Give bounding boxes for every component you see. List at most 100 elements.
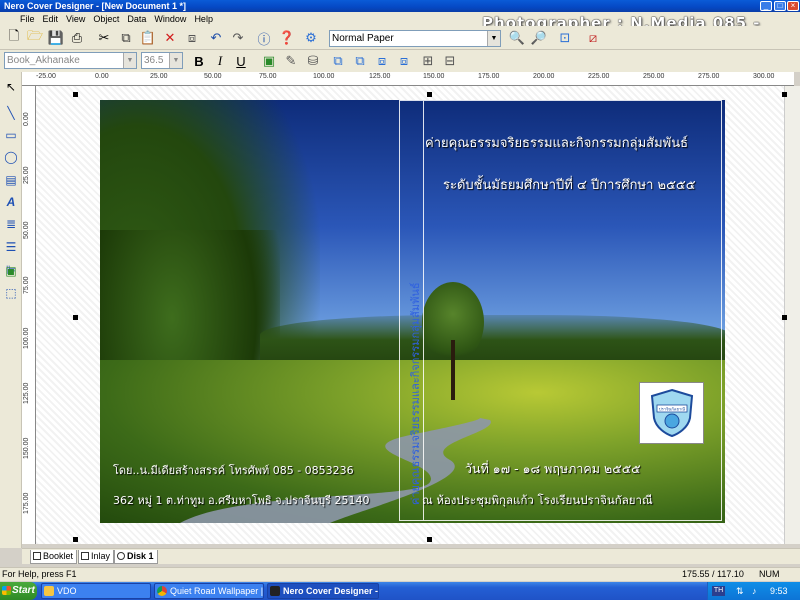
format-toolbar: Book_Akhanake ▼ 36.5 ▼ B I U ▣ ✎ ⛁ ⧉ ⧉ ⧈… <box>0 50 800 72</box>
copy-icon[interactable]: ⧉ <box>116 28 136 48</box>
main-toolbar: 🗋 🗁 💾 ⎙ ✂ ⧉ 📋 ✕ ⧈ ↶ ↷ ⓘ ❓ ⚙ Normal Paper… <box>0 26 800 50</box>
chevron-down-icon[interactable]: ▼ <box>487 31 500 46</box>
ruler-label: 175.00 <box>23 492 30 514</box>
menu-view[interactable]: View <box>62 12 89 26</box>
print-icon[interactable]: ⎙ <box>67 28 87 48</box>
minimize-button[interactable]: _ <box>760 1 772 11</box>
select-arrow-icon[interactable]: ↖ <box>2 78 20 96</box>
tab-label: Disk 1 <box>127 551 154 561</box>
selection-handle[interactable] <box>73 537 78 542</box>
volume-icon[interactable]: ♪ <box>752 582 757 600</box>
pen-icon[interactable]: ✎ <box>281 51 301 71</box>
ruler-label: 125.00 <box>369 73 391 80</box>
horizontal-ruler: -25.00 0.00 25.00 50.00 75.00 100.00 125… <box>22 72 794 86</box>
paste-icon[interactable]: 📋 <box>138 28 158 48</box>
image-tool-icon[interactable]: ▣ <box>259 51 279 71</box>
logo-text: ปราจินกัลยาณี <box>658 407 684 412</box>
selection-handle[interactable] <box>73 315 78 320</box>
font-size-select[interactable]: 36.5 ▼ <box>141 52 183 69</box>
send-back-icon[interactable]: ⧉ <box>350 51 370 71</box>
selection-handle[interactable] <box>782 315 787 320</box>
ruler-label: 225.00 <box>588 73 610 80</box>
bold-button[interactable]: B <box>189 51 209 71</box>
font-select[interactable]: Book_Akhanake ▼ <box>4 52 137 69</box>
line-tool-icon[interactable]: ╲ <box>2 104 20 122</box>
taskbar-item-vdo[interactable]: VDO <box>41 583 151 599</box>
bring-forward-icon[interactable]: ⧈ <box>372 51 392 71</box>
rectangle-tool-icon[interactable]: ▭ <box>2 126 20 144</box>
duplicate-icon[interactable]: ⧈ <box>182 28 202 48</box>
paragraph-tool-icon[interactable]: ≣ <box>2 215 20 233</box>
bring-front-icon[interactable]: ⧉ <box>328 51 348 71</box>
open-folder-icon[interactable]: 🗁 <box>25 28 45 48</box>
menu-object[interactable]: Object <box>89 12 123 26</box>
send-backward-icon[interactable]: ⧈ <box>394 51 414 71</box>
new-document-icon[interactable]: 🗋 <box>4 28 24 48</box>
tab-label: Inlay <box>91 551 111 561</box>
author-address[interactable]: 362 หมู่ 1 ต.ท่าทูม อ.ศรีมหาโพธิ จ.ปราจี… <box>113 491 369 509</box>
taskbar-item-nero[interactable]: Nero Cover Designer -... <box>267 583 379 599</box>
vertical-ruler: 0.00 25.00 50.00 75.00 100.00 125.00 150… <box>22 86 36 544</box>
cursor-coordinates: 175.55 / 117.10 <box>682 569 744 579</box>
zoom-fit-icon[interactable]: ⊡ <box>555 28 575 48</box>
undo-icon[interactable]: ↶ <box>206 28 226 48</box>
ruler-label: 250.00 <box>643 73 665 80</box>
start-button[interactable]: Start <box>0 582 37 600</box>
text-box-tool-icon[interactable]: ▤ <box>2 171 20 189</box>
info-icon[interactable]: ⓘ <box>254 28 274 48</box>
group-icon[interactable]: ⊞ <box>418 51 438 71</box>
zoom-out-icon[interactable]: 🔎 <box>529 28 549 48</box>
network-icon[interactable]: ⇅ <box>736 582 744 600</box>
taskbar-item-label: VDO <box>57 586 77 596</box>
close-button[interactable]: × <box>787 1 799 11</box>
delete-icon[interactable]: ✕ <box>160 28 180 48</box>
save-icon[interactable]: 💾 <box>46 28 66 48</box>
language-indicator[interactable]: TH <box>712 586 725 596</box>
chevron-down-icon[interactable]: ▼ <box>123 53 136 68</box>
ruler-label: 150.00 <box>423 73 445 80</box>
redo-icon[interactable]: ↷ <box>228 28 248 48</box>
cut-icon[interactable]: ✂ <box>94 28 114 48</box>
cover-artwork[interactable]: ค่ายคุณธรรมจริยธรรมและกิจกรรมกลุ่มสัมพัน… <box>100 100 725 523</box>
maximize-button[interactable]: □ <box>774 1 786 11</box>
selection-handle[interactable] <box>73 92 78 97</box>
school-logo[interactable]: ปราจินกัลยาณี <box>639 382 704 444</box>
properties-icon[interactable]: ⚙ <box>301 28 321 48</box>
menu-help[interactable]: Help <box>190 12 217 26</box>
artistic-text-tool-icon[interactable]: A <box>2 193 20 211</box>
tab-inlay[interactable]: Inlay <box>78 550 115 564</box>
chevron-down-icon[interactable]: ▼ <box>169 53 182 68</box>
paper-select[interactable]: Normal Paper ▼ <box>329 30 501 47</box>
taskbar-item-label: Quiet Road Wallpaper | ... <box>170 586 264 596</box>
cover-title-line1[interactable]: ค่ายคุณธรรมจริยธรรมและกิจกรรมกลุ่มสัมพัน… <box>425 132 688 153</box>
zoom-page-icon[interactable]: ⧄ <box>583 28 603 48</box>
image-insert-tool-icon[interactable]: ▣ <box>2 262 20 280</box>
front-frame <box>424 100 722 521</box>
tab-booklet[interactable]: Booklet <box>30 550 78 564</box>
underline-button[interactable]: U <box>231 51 251 71</box>
fill-bucket-icon[interactable]: ⛁ <box>303 51 323 71</box>
selection-handle[interactable] <box>427 537 432 542</box>
cover-title-line2[interactable]: ระดับชั้นมัธยมศึกษาปีที่ ๔ ปีการศึกษา ๒๕… <box>443 174 696 195</box>
menu-edit[interactable]: Edit <box>39 12 63 26</box>
author-credit[interactable]: โดย..น.มีเดียสร้างสรรค์ โทรศัพท์ 085 - 0… <box>113 461 354 479</box>
tab-disk-1[interactable]: Disk 1 <box>114 550 158 564</box>
document-tabs: Booklet Inlay Disk 1 <box>22 548 800 564</box>
ellipse-tool-icon[interactable]: ◯ <box>2 148 20 166</box>
zoom-in-icon[interactable]: 🔍 <box>507 28 527 48</box>
taskbar-item-browser[interactable]: Quiet Road Wallpaper | ... <box>154 583 264 599</box>
ungroup-icon[interactable]: ⊟ <box>440 51 460 71</box>
italic-button[interactable]: I <box>210 51 230 71</box>
spine-title[interactable]: ค่ายคุณธรรมจริยธรรมและกิจกรรมกลุ่มสัมพัน… <box>406 282 424 505</box>
ruler-label: 75.00 <box>259 73 277 80</box>
event-venue[interactable]: ณ ห้องประชุมพิกุลแก้ว โรงเรียนปราจินกัลย… <box>422 492 653 510</box>
selection-handle[interactable] <box>427 92 432 97</box>
crop-tool-icon[interactable]: ⬚ <box>2 284 20 302</box>
menu-data[interactable]: Data <box>123 12 150 26</box>
ruler-label: 125.00 <box>23 382 30 404</box>
help-icon[interactable]: ❓ <box>277 28 297 48</box>
event-date[interactable]: วันที่ ๑๗ - ๑๘ พฤษภาคม ๒๕๕๕ <box>465 459 641 479</box>
menu-file[interactable]: File <box>16 12 39 26</box>
selection-handle[interactable] <box>782 92 787 97</box>
menu-window[interactable]: Window <box>150 12 190 26</box>
